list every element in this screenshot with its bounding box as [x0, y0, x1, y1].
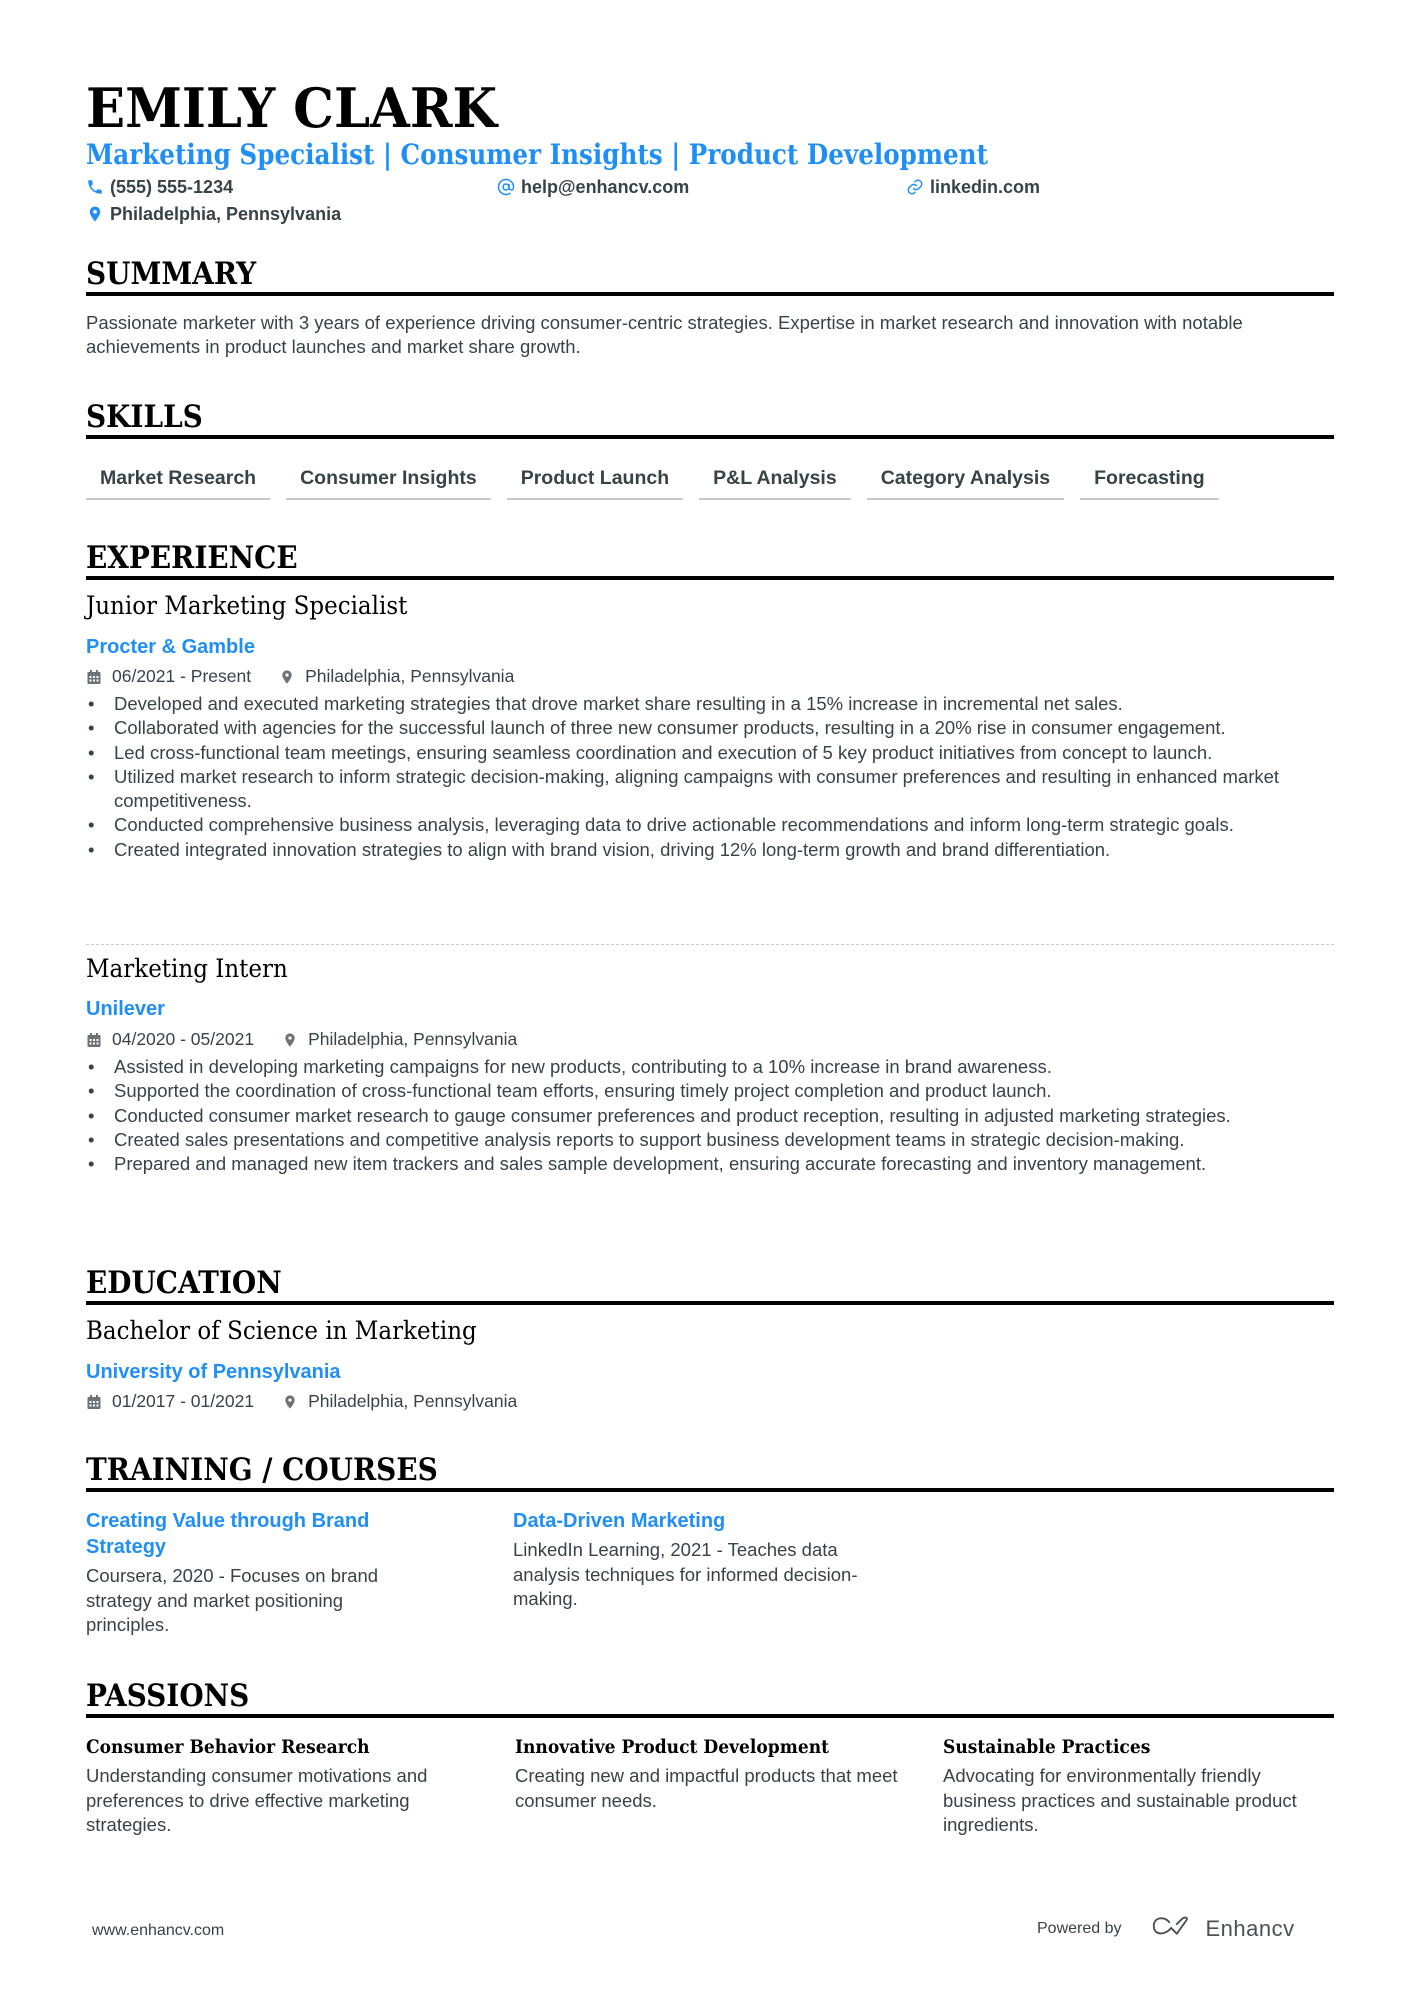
heading-text: TRAINING / COURSES [86, 1452, 438, 1488]
passion-description: Creating new and impactful products that… [515, 1765, 898, 1811]
course-item: Creating Value through Brand Strategy Co… [86, 1508, 426, 1638]
contact-email: help@enhancv.com [497, 176, 689, 198]
section-heading-passions: PASSIONS [86, 1678, 1334, 1718]
contact-linkedin: linkedin.com [906, 176, 1040, 198]
section-heading-experience: EXPERIENCE [86, 540, 1334, 580]
calendar-icon [86, 1031, 102, 1047]
job-divider [86, 944, 1334, 945]
location-pin-icon [86, 205, 104, 223]
passion-title: Sustainable Practices [943, 1736, 1151, 1758]
degree-title: Bachelor of Science in Marketing [86, 1316, 477, 1345]
location-pin-icon [282, 1031, 298, 1047]
heading-text: EDUCATION [86, 1265, 282, 1301]
candidate-name: EMILY CLARK [86, 76, 498, 140]
skill-tag: Forecasting [1080, 462, 1219, 500]
bullet-item: Utilized market research to inform strat… [86, 765, 1334, 814]
section-heading-training: TRAINING / COURSES [86, 1452, 1334, 1492]
location-pin-icon [282, 1393, 298, 1409]
email-link[interactable]: help@enhancv.com [521, 176, 689, 198]
job-location: Philadelphia, Pennsylvania [308, 1029, 518, 1049]
calendar-icon [86, 668, 102, 684]
contact-phone: (555) 555-1234 [86, 176, 233, 198]
linkedin-link[interactable]: linkedin.com [930, 176, 1040, 198]
passion-item: Sustainable Practices Advocating for env… [943, 1734, 1333, 1838]
link-icon [906, 178, 924, 196]
job-dates: 06/2021 - Present [112, 666, 252, 686]
course-title: Data-Driven Marketing [513, 1510, 726, 1532]
job-location: Philadelphia, Pennsylvania [305, 666, 515, 686]
passion-item: Innovative Product Development Creating … [515, 1734, 915, 1813]
section-heading-education: EDUCATION [86, 1265, 1334, 1305]
bullet-item: Conducted comprehensive business analysi… [86, 813, 1334, 838]
bullet-item: Assisted in developing marketing campaig… [86, 1055, 1334, 1080]
education-dates: 01/2017 - 01/2021 [112, 1391, 255, 1411]
bullet-item: Led cross-functional team meetings, ensu… [86, 741, 1334, 766]
skill-tag: Category Analysis [866, 462, 1065, 500]
job-title: Junior Marketing Specialist [86, 591, 408, 620]
bullet-item: Supported the coordination of cross-func… [86, 1079, 1334, 1104]
company-name: Procter & Gamble [86, 636, 255, 658]
bullet-item: Conducted consumer market research to ga… [86, 1104, 1334, 1129]
phone-text: (555) 555-1234 [110, 177, 234, 197]
skills-list: Market Research Consumer Insights Produc… [86, 462, 1235, 500]
education-meta: 01/2017 - 01/2021 Philadelphia, Pennsylv… [86, 1390, 517, 1412]
brand-name[interactable]: Enhancv [1206, 1916, 1295, 1942]
heading-text: PASSIONS [86, 1678, 250, 1714]
candidate-headline: Marketing Specialist | Consumer Insights… [86, 138, 988, 171]
heading-text: SUMMARY [86, 256, 257, 292]
heading-text: EXPERIENCE [86, 540, 298, 576]
powered-by-text: Powered by [1037, 1919, 1122, 1937]
summary-text: Passionate marketer with 3 years of expe… [86, 312, 1243, 358]
course-description: Coursera, 2020 - Focuses on brand strate… [86, 1565, 379, 1635]
job-bullets: Assisted in developing marketing campaig… [86, 1055, 1334, 1177]
job-meta: 06/2021 - Present Philadelphia, Pennsylv… [86, 665, 514, 687]
bullet-item: Collaborated with agencies for the succe… [86, 716, 1334, 741]
skill-tag: Market Research [86, 462, 271, 500]
heading-text: SKILLS [86, 399, 203, 435]
bullet-item: Created sales presentations and competit… [86, 1128, 1334, 1153]
course-description: LinkedIn Learning, 2021 - Teaches data a… [513, 1539, 858, 1609]
enhancv-logo-icon [1150, 1914, 1196, 1943]
skill-tag: P&L Analysis [699, 462, 851, 500]
course-item: Data-Driven Marketing LinkedIn Learning,… [513, 1508, 893, 1612]
section-heading-summary: SUMMARY [86, 256, 1334, 296]
job-meta: 04/2020 - 05/2021 Philadelphia, Pennsylv… [86, 1028, 517, 1050]
job-title: Marketing Intern [86, 954, 288, 983]
company-name: Unilever [86, 998, 165, 1020]
at-icon [497, 178, 515, 196]
skill-tag: Product Launch [506, 462, 684, 500]
passion-description: Understanding consumer motivations and p… [86, 1765, 428, 1835]
passion-title: Innovative Product Development [515, 1736, 830, 1758]
school-name: University of Pennsylvania [86, 1361, 341, 1383]
footer-branding: Powered by Enhancv [1037, 1914, 1295, 1943]
bullet-item: Developed and executed marketing strateg… [86, 692, 1334, 717]
passion-item: Consumer Behavior Research Understanding… [86, 1734, 486, 1838]
phone-icon [86, 178, 104, 196]
passion-title: Consumer Behavior Research [86, 1736, 370, 1758]
footer-website[interactable]: www.enhancv.com [92, 1922, 224, 1940]
bullet-item: Prepared and managed new item trackers a… [86, 1152, 1334, 1177]
skill-tag: Consumer Insights [286, 462, 491, 500]
job-bullets: Developed and executed marketing strateg… [86, 692, 1334, 862]
passion-description: Advocating for environmentally friendly … [943, 1765, 1297, 1835]
course-title: Creating Value through Brand Strategy [86, 1510, 370, 1558]
job-dates: 04/2020 - 05/2021 [112, 1029, 255, 1049]
contact-location: Philadelphia, Pennsylvania [86, 203, 341, 225]
location-text: Philadelphia, Pennsylvania [110, 204, 342, 224]
location-pin-icon [279, 668, 295, 684]
education-location: Philadelphia, Pennsylvania [308, 1391, 518, 1411]
calendar-icon [86, 1393, 102, 1409]
section-heading-skills: SKILLS [86, 399, 1334, 439]
bullet-item: Created integrated innovation strategies… [86, 838, 1334, 863]
